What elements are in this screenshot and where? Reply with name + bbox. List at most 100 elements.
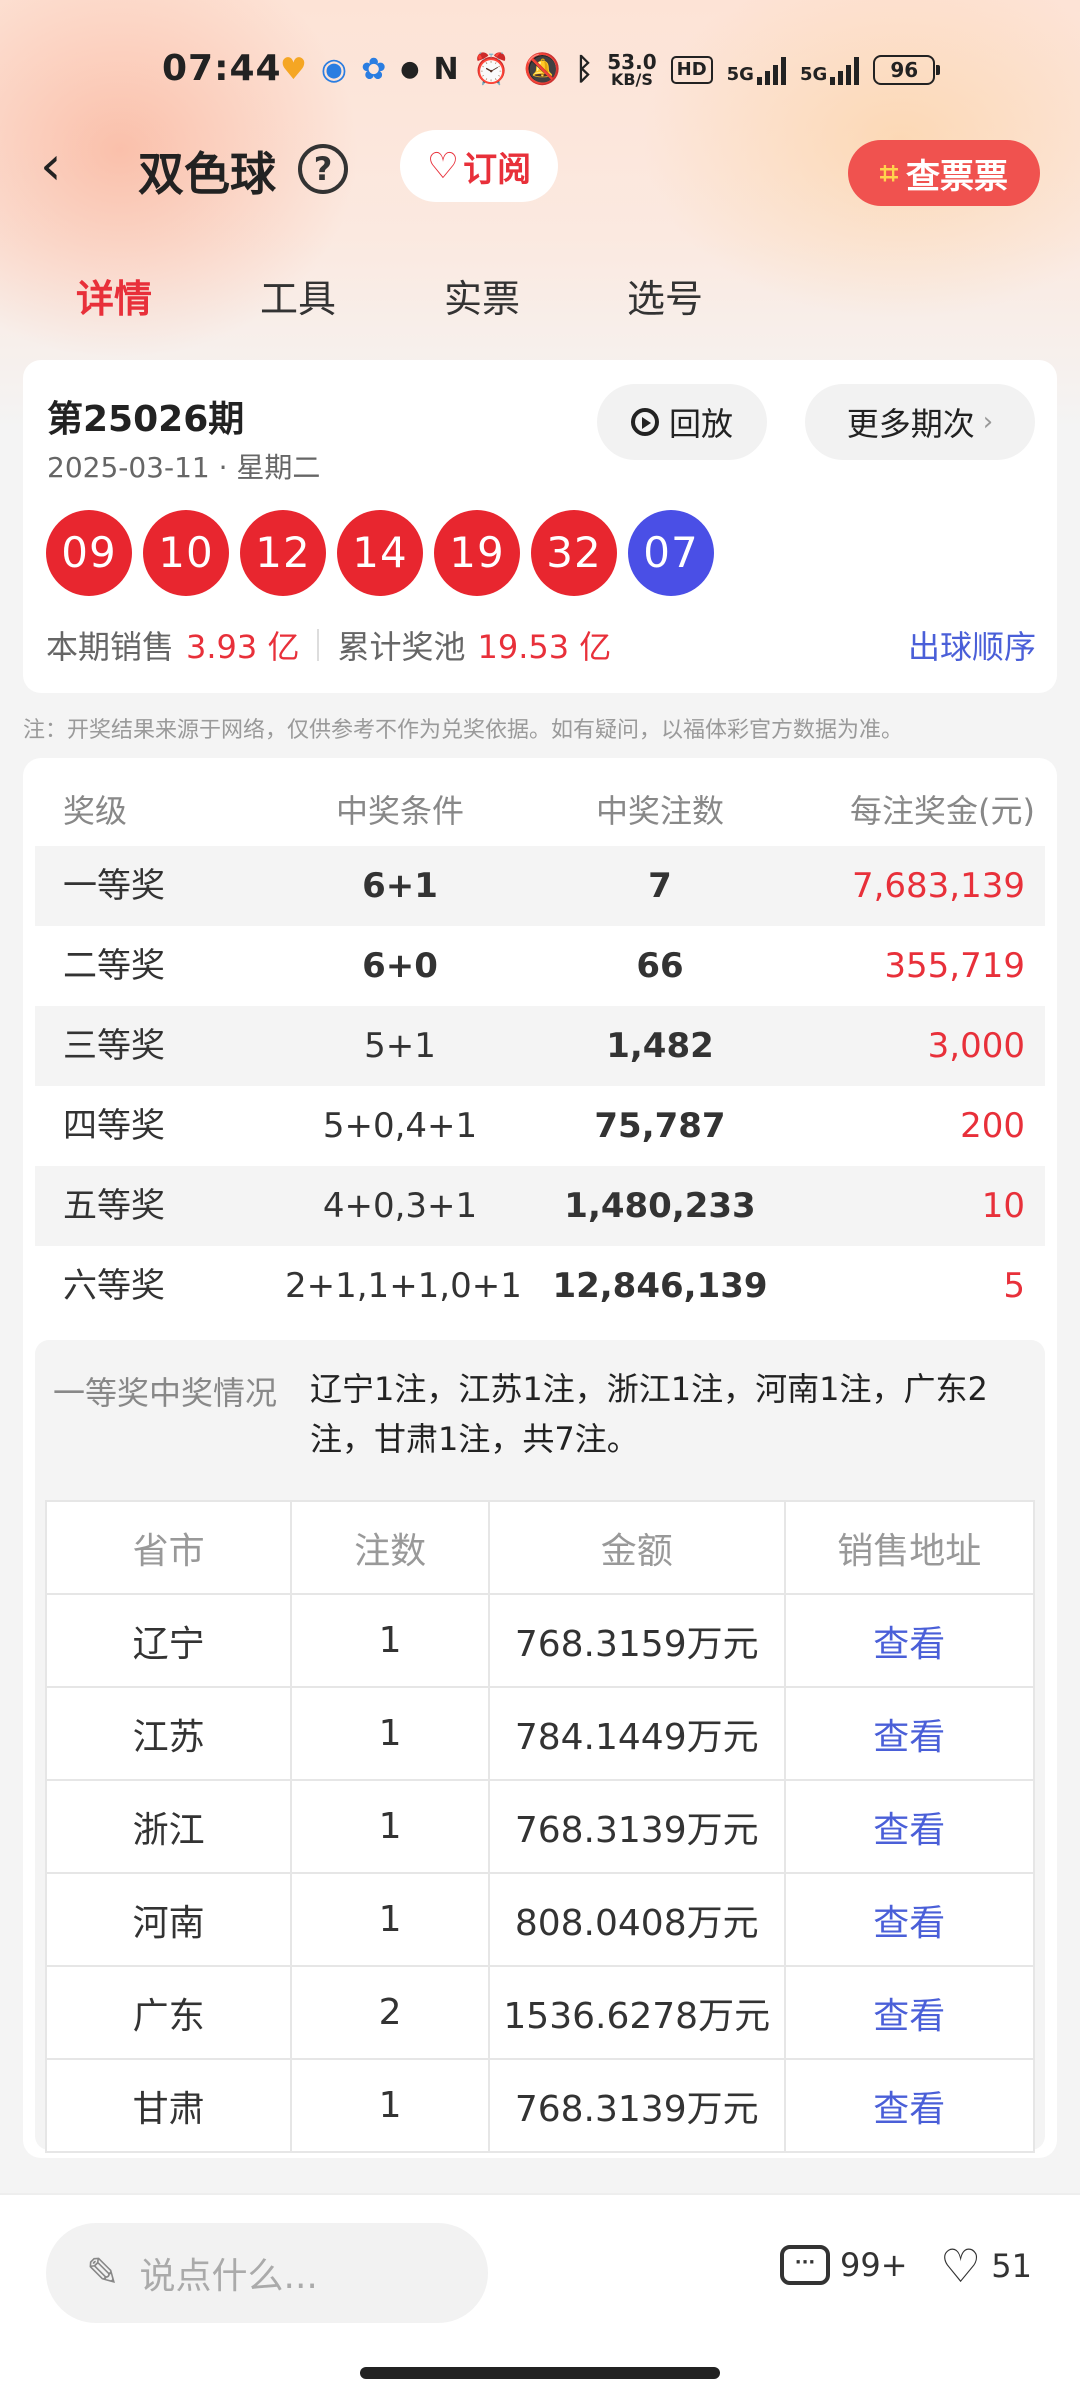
first-prize-winners: 一等奖中奖情况 辽宁1注，江苏1注，浙江1注，河南1注，广东2注，甘肃1注，共7… <box>35 1340 1045 2153</box>
home-indicator[interactable] <box>360 2367 720 2379</box>
prize-condition: 2+1,1+1,0+1 <box>285 1266 522 1306</box>
winners-label: 一等奖中奖情况 <box>53 1374 278 1412</box>
tab-pick-numbers[interactable]: 选号 <box>627 268 703 323</box>
heart-plus-icon: ♡ <box>426 145 460 187</box>
province: 江苏 <box>44 1686 293 1781</box>
mute-icon: 🔕 <box>523 52 562 87</box>
prize-count: 12,846,139 <box>552 1266 768 1306</box>
replay-label: 回放 <box>668 405 733 443</box>
status-bar: 07:44 ♥ ◉ ✿ ● Ν ⏰ 🔕 ᛒ 53.0 KB/S HD 5G 5G… <box>0 40 1080 100</box>
province: 河南 <box>44 1872 293 1967</box>
prize-condition: 5+1 <box>364 1026 436 1066</box>
bottom-bar: ✎ 说点什么... ··· 99+ ♡ 51 <box>0 2193 1080 2400</box>
comment-bubble-icon: ··· <box>780 2245 830 2285</box>
check-ticket-button[interactable]: ⌗ 查票票 <box>848 140 1040 206</box>
red-ball: 14 <box>337 510 423 596</box>
sales-label: 本期销售 <box>46 628 175 666</box>
prize-amount: 5 <box>1003 1266 1025 1306</box>
signal-2-label: 5G <box>799 64 828 85</box>
prize-row: 二等奖 6+0 66 355,719 <box>35 926 1045 1006</box>
hd-badge: HD <box>670 56 713 84</box>
red-ball: 12 <box>240 510 326 596</box>
signal-2: 5G <box>799 55 860 85</box>
issue-number: 第25026期 <box>47 399 245 440</box>
count: 1 <box>290 1593 490 1688</box>
prize-row: 五等奖 4+0,3+1 1,480,233 10 <box>35 1166 1045 1246</box>
prize-condition: 6+0 <box>362 946 438 986</box>
more-issues-label: 更多期次 <box>846 405 975 443</box>
prize-condition: 6+1 <box>362 866 438 906</box>
check-ticket-label: 查票票 <box>906 156 1009 197</box>
table-row: 广东 2 1536.6278万元 查看 <box>44 1965 1036 2060</box>
comment-placeholder: 说点什么... <box>139 2256 318 2297</box>
signal-1-label: 5G <box>726 64 754 85</box>
view-address-link[interactable]: 查看 <box>783 2058 1036 2153</box>
header-count: 中奖注数 <box>595 792 724 830</box>
draw-date: 2025-03-11 · 星期二 <box>47 451 321 484</box>
table-row: 甘肃 1 768.3139万元 查看 <box>44 2058 1036 2153</box>
like-button[interactable]: ♡ 51 <box>940 2243 1032 2289</box>
ball-order-link[interactable]: 出球顺序 <box>908 622 1036 668</box>
divider <box>317 629 320 661</box>
prize-level: 二等奖 <box>63 946 165 986</box>
header-condition: 中奖条件 <box>335 792 464 830</box>
red-ball: 10 <box>143 510 229 596</box>
tab-real-tickets[interactable]: 实票 <box>444 268 520 323</box>
amount: 768.3139万元 <box>487 2058 786 2153</box>
prize-amount: 200 <box>960 1106 1025 1146</box>
province: 广东 <box>44 1965 293 2060</box>
prize-row: 四等奖 5+0,4+1 75,787 200 <box>35 1086 1045 1166</box>
count: 1 <box>290 1686 490 1781</box>
table-row: 浙江 1 768.3139万元 查看 <box>44 1779 1036 1874</box>
amount: 784.1449万元 <box>487 1686 786 1781</box>
prize-row: 三等奖 5+1 1,482 3,000 <box>35 1006 1045 1086</box>
like-count: 51 <box>991 2247 1032 2285</box>
prize-level: 四等奖 <box>63 1106 165 1146</box>
comments-button[interactable]: ··· 99+ <box>780 2245 908 2285</box>
more-issues-button[interactable]: 更多期次 › <box>805 384 1035 460</box>
page-header: ‹ 双色球 ? ♡ 订阅 ⌗ 查票票 <box>0 130 1080 210</box>
prize-count: 7 <box>648 866 672 906</box>
prize-condition: 4+0,3+1 <box>322 1186 478 1226</box>
replay-button[interactable]: 回放 <box>597 384 767 460</box>
view-address-link[interactable]: 查看 <box>783 1965 1036 2060</box>
view-address-link[interactable]: 查看 <box>783 1872 1036 1967</box>
subscribe-label: 订阅 <box>463 149 532 190</box>
signal-1-bars-icon <box>756 55 786 85</box>
subscribe-button[interactable]: ♡ 订阅 <box>400 130 558 202</box>
disclaimer-note: 注：开奖结果来源于网络，仅供参考不作为兑奖依据。如有疑问，以福体彩官方数据为准。 <box>23 718 904 743</box>
province: 甘肃 <box>44 2058 293 2153</box>
winners-table-header: 省市 注数 金额 销售地址 <box>44 1500 1036 1595</box>
count: 1 <box>290 1779 490 1874</box>
province: 浙江 <box>44 1779 293 1874</box>
province: 辽宁 <box>44 1593 293 1688</box>
winners-summary: 辽宁1注，江苏1注，浙江1注，河南1注，广东2注，甘肃1注，共7注。 <box>310 1370 988 1458</box>
table-row: 江苏 1 784.1449万元 查看 <box>44 1686 1036 1781</box>
view-address-link[interactable]: 查看 <box>783 1593 1036 1688</box>
comment-count: 99+ <box>840 2246 908 2284</box>
view-address-link[interactable]: 查看 <box>783 1779 1036 1874</box>
header-amount: 金额 <box>487 1500 786 1595</box>
prize-card: 奖级 中奖条件 中奖注数 每注奖金(元) 一等奖 6+1 7 7,683,139… <box>23 758 1057 2158</box>
header-amount: 每注奖金(元) <box>850 792 1035 830</box>
scan-icon: ⌗ <box>879 153 899 192</box>
pool-value: 19.53 亿 <box>477 628 612 666</box>
prize-row: 六等奖 2+1,1+1,0+1 12,846,139 5 <box>35 1246 1045 1326</box>
signal-1: 5G <box>727 55 786 85</box>
tab-details[interactable]: 详情 <box>76 268 152 323</box>
help-icon[interactable]: ? <box>298 144 348 194</box>
prize-table-header: 奖级 中奖条件 中奖注数 每注奖金(元) <box>35 776 1045 846</box>
comment-input[interactable]: ✎ 说点什么... <box>46 2223 488 2323</box>
back-icon[interactable]: ‹ <box>40 136 100 196</box>
draw-result-card: 第25026期 2025-03-11 · 星期二 回放 更多期次 › 09 10… <box>23 360 1057 693</box>
prize-count: 75,787 <box>594 1106 726 1146</box>
replay-icon <box>630 408 659 436</box>
signal-2-bars-icon <box>830 55 860 85</box>
tab-tools[interactable]: 工具 <box>260 268 336 323</box>
view-address-link[interactable]: 查看 <box>783 1686 1036 1781</box>
chevron-right-icon: › <box>982 407 994 437</box>
prize-condition: 5+0,4+1 <box>322 1106 478 1146</box>
app-notification-icon: ♥ <box>280 52 307 87</box>
table-row: 辽宁 1 768.3159万元 查看 <box>44 1593 1036 1688</box>
count: 1 <box>290 2058 490 2153</box>
